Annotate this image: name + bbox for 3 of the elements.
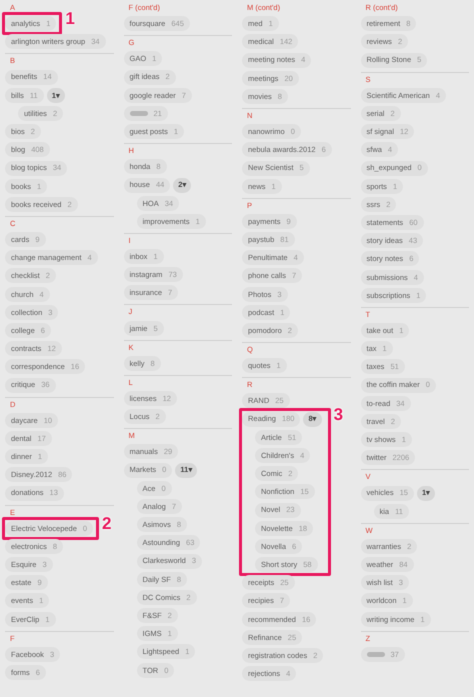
- callout-number: 1: [65, 9, 75, 30]
- callout-number: 3: [334, 404, 344, 425]
- callout-number: 2: [102, 514, 112, 534]
